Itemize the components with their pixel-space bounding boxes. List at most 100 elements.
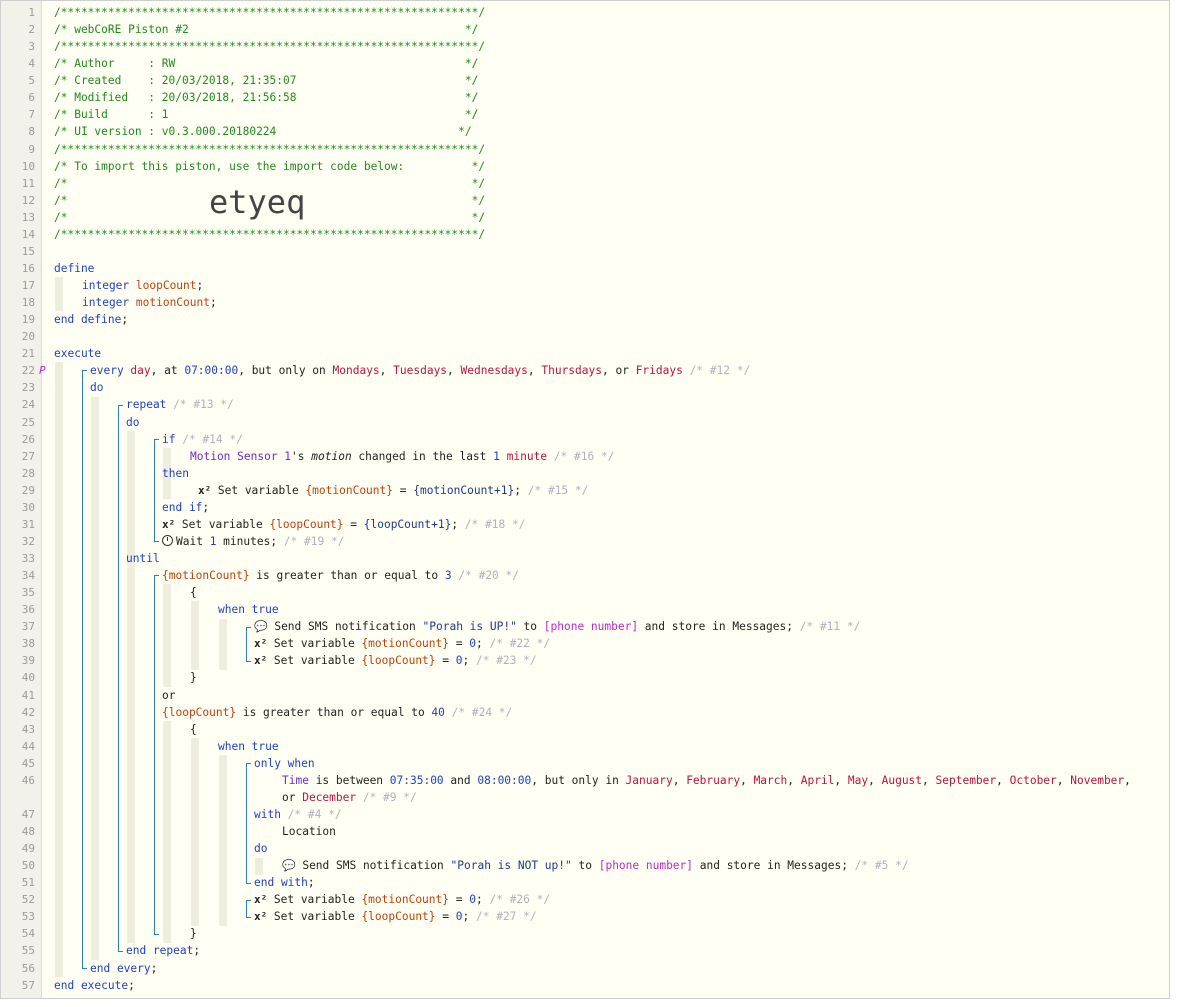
code-token: Set variable <box>217 483 306 497</box>
code-token: Send SMS notification <box>302 859 451 873</box>
code-line: 19 end define; <box>1 311 1169 328</box>
line-number: 47 <box>21 807 35 821</box>
code-token: , <box>868 773 882 787</box>
code-token: , <box>834 773 848 787</box>
code-line: 23 do <box>1 379 1169 396</box>
line-number: 12 <box>21 193 35 207</box>
code-token: ; <box>462 654 476 668</box>
code-line: 27 Motion Sensor 1's motion changed in th… <box>1 448 1169 465</box>
code-line: 46 Time is between 07:35:00 and 08:00:00,… <box>1 772 1169 806</box>
code-text: when true <box>218 601 279 618</box>
code-text: do <box>126 414 139 431</box>
code-token: {loopCount+1} <box>363 517 452 531</box>
code-line: 51 end with; <box>1 874 1169 891</box>
code-token: /* #27 */ <box>475 910 537 924</box>
line-number: 46 <box>21 773 35 787</box>
code-line: 40} <box>1 669 1169 686</box>
code-token: is between <box>308 773 390 787</box>
code-token: , <box>996 773 1010 787</box>
code-text: { <box>190 584 197 601</box>
line-number: 33 <box>21 552 35 565</box>
code-token: , at <box>150 364 185 378</box>
code-line: 55 end repeat; <box>1 942 1169 959</box>
code-token: January <box>625 773 673 787</box>
code-token: Location <box>282 825 336 838</box>
code-token: Time <box>282 773 309 787</box>
code-text: when true <box>218 738 279 755</box>
code-token: , <box>787 773 801 787</box>
clock-icon <box>162 534 173 546</box>
code-token: Set variable <box>273 637 362 651</box>
code-token: , <box>740 773 754 787</box>
code-token: minutes; <box>216 534 284 548</box>
code-token: /* #22 */ <box>489 637 551 651</box>
code-token: September <box>935 773 997 787</box>
code-text: 💬 Send SMS notification "Porah is UP!" t… <box>254 618 860 635</box>
line-number: 37 <box>21 620 35 634</box>
line-number: 40 <box>21 671 35 685</box>
code-token: November <box>1070 773 1125 787</box>
line-number: 23 <box>21 381 35 395</box>
line-number: 15 <box>21 244 35 258</box>
line-number: 10 <box>21 159 35 173</box>
code-text: /* Modified : 20/03/2018, 21:56:58 */ <box>54 89 478 106</box>
code-token: do <box>126 415 140 429</box>
line-number: 4 <box>28 57 35 71</box>
code-token: , or <box>602 364 636 378</box>
code-token: define <box>54 261 95 275</box>
code-token: with <box>254 807 281 821</box>
code-token: ; <box>202 500 210 514</box>
code-text: integer loopCount; <box>82 277 203 294</box>
variable-icon: x² <box>254 654 274 668</box>
code-text: {loopCount} is greater than or equal to … <box>162 704 512 721</box>
code-text: every day, at 07:00:00, but only on Mond… <box>90 362 750 379</box>
line-number: 22 <box>21 364 35 378</box>
code-token: 1 <box>493 449 500 463</box>
code-line: 50 💬 Send SMS notification "Porah is NOT … <box>1 857 1169 874</box>
code-token: /* #26 */ <box>489 893 551 907</box>
code-text: {motionCount} is greater than or equal t… <box>162 567 519 584</box>
code-line: 8 /* UI version : v0.3.000.20180224 */ <box>1 123 1169 140</box>
code-text: end execute; <box>54 977 135 994</box>
code-token: do <box>254 842 268 856</box>
code-token: to <box>516 620 544 634</box>
code-token: { <box>190 586 197 600</box>
code-token: ; <box>193 944 201 958</box>
line-number: 26 <box>21 432 35 446</box>
code-token: end with <box>254 876 308 890</box>
line-number: 25 <box>21 415 35 429</box>
code-token: ; <box>475 637 490 651</box>
code-token: then <box>162 466 189 480</box>
code-line: 25 do <box>1 414 1169 431</box>
code-token: is greater than or equal to <box>249 569 445 583</box>
line-number: 11 <box>21 176 35 190</box>
code-text: Location <box>282 823 336 840</box>
code-text: } <box>190 669 197 686</box>
code-token: /***************************************… <box>54 142 486 156</box>
code-token: /* Created : 20/03/2018, 21:35:07 */ <box>54 74 479 88</box>
code-token: ; <box>150 961 158 975</box>
line-number: 17 <box>21 279 35 292</box>
code-token: } <box>190 671 197 685</box>
code-token: May <box>847 773 869 787</box>
line-number: 43 <box>21 722 35 736</box>
code-token: integer <box>82 296 136 310</box>
code-token: /* UI version : v0.3.000.20180224 */ <box>54 125 472 139</box>
line-number: 31 <box>21 517 35 531</box>
code-text: or <box>162 687 175 704</box>
code-token: end repeat <box>126 944 194 958</box>
code-token: 08:00:00 <box>477 773 532 787</box>
line-number: 29 <box>21 483 35 497</box>
code-line: 47 with /* #4 */ <box>1 806 1169 823</box>
code-token: 07:00:00 <box>184 364 239 378</box>
code-token: /* Modified : 20/03/2018, 21:56:58 */ <box>54 91 479 105</box>
line-number: 30 <box>21 500 35 514</box>
code-token: April <box>800 773 835 787</box>
code-token: and store in Messages; <box>693 859 855 873</box>
code-token: 's <box>291 449 312 463</box>
code-line: 7 /* Build : 1 */ <box>1 106 1169 123</box>
code-text: /* Build : 1 */ <box>54 106 478 123</box>
code-line: 28 then <box>1 465 1169 482</box>
code-token: 0 <box>455 654 463 668</box>
code-text: end define; <box>54 311 128 328</box>
